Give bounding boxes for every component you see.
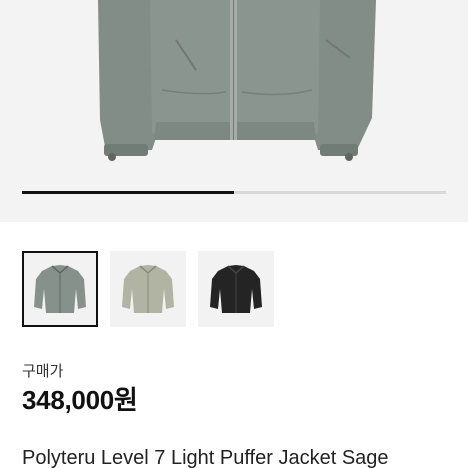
thumbnail-black[interactable] [198, 251, 274, 327]
product-image-gallery[interactable] [0, 0, 468, 222]
thumbnail-list [22, 251, 446, 327]
product-title: Polyteru Level 7 Light Puffer Jacket Sag… [22, 447, 389, 468]
thumbnail-sage[interactable] [22, 251, 98, 327]
gallery-progress-bar [22, 191, 446, 194]
sage-jacket-icon [34, 265, 86, 313]
price-value: 348,000원 [22, 385, 138, 415]
gallery-progress-fill [22, 191, 234, 194]
khaki-jacket-icon [122, 265, 174, 313]
price-label: 구매가 [22, 363, 64, 380]
thumbnail-khaki[interactable] [110, 251, 186, 327]
black-jacket-icon [210, 265, 262, 313]
jacket-main-image [98, 0, 376, 161]
